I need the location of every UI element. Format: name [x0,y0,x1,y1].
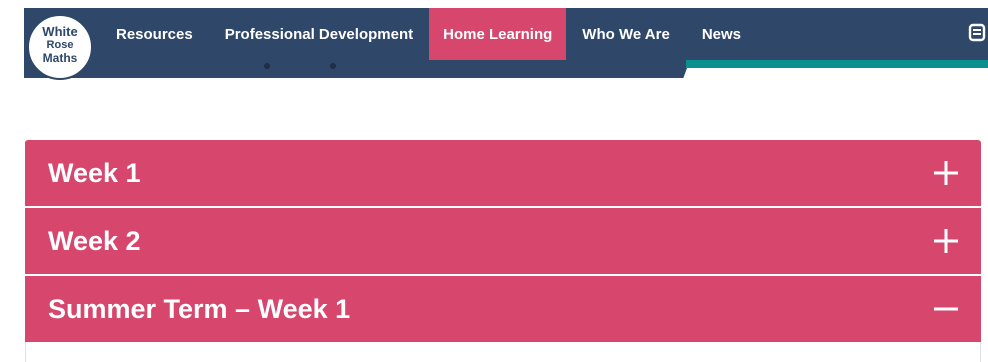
plus-icon[interactable] [933,160,959,186]
accordion-title: Week 1 [48,158,141,188]
banner-dark-panel [24,60,690,78]
logo-text-line-1: White [42,24,78,39]
accordion-title: Summer Term – Week 1 [48,294,351,324]
accordion-item-summer-term-week-1[interactable]: Summer Term – Week 1 [25,276,981,342]
nav-item-who-we-are[interactable]: Who We Are [566,8,686,60]
nav-item-professional-development[interactable]: Professional Development [209,8,429,60]
accordion-panel-summer-term-week-1 [25,342,981,362]
logo-text-line-2: Rose [46,39,74,51]
nav-item-news[interactable]: News [686,8,757,60]
page: White Rose Maths Resources Professional … [0,0,988,362]
page-banner [0,60,988,78]
cart-icon[interactable] [966,22,988,44]
white-rose-maths-logo[interactable]: White Rose Maths [27,14,93,80]
main-nav: Resources Professional Development Home … [100,8,757,60]
weeks-accordion: Week 1 Week 2 Summer Term – Week 1 [25,140,981,362]
accordion-item-week-1[interactable]: Week 1 [25,140,981,208]
nav-item-home-learning[interactable]: Home Learning [429,8,567,60]
accordion-item-week-2[interactable]: Week 2 [25,208,981,276]
nav-item-resources[interactable]: Resources [100,8,209,60]
accordion-title: Week 2 [48,226,141,256]
logo-text-line-3: Maths [42,51,78,65]
banner-teal-stripe [686,60,988,68]
plus-icon[interactable] [933,228,959,254]
minus-icon[interactable] [933,296,959,322]
